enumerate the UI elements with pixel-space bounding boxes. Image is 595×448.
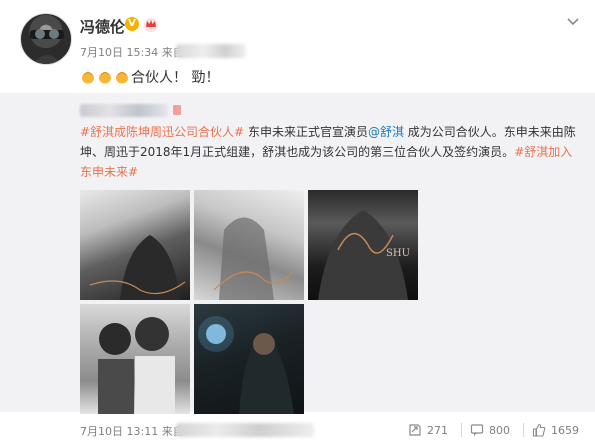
post-text: 合伙人！ 勁！ <box>131 70 220 86</box>
repost-icon <box>409 424 421 436</box>
photo-thumbnail[interactable] <box>80 304 190 414</box>
original-author[interactable] <box>80 102 182 118</box>
crown-icon[interactable] <box>143 16 159 32</box>
original-source-blurred <box>176 423 314 437</box>
like-icon <box>532 423 546 437</box>
photo-thumbnail[interactable] <box>194 304 304 414</box>
photo-thumbnail[interactable] <box>80 190 190 300</box>
original-author-blurred <box>80 103 168 117</box>
verified-icon <box>173 105 181 115</box>
post-content: 合伙人！ 勁！ <box>80 67 219 87</box>
original-text-segment: 东申未来正式官宣演员 <box>244 125 368 139</box>
repost-button[interactable]: 271 <box>408 421 448 439</box>
repost-count: 271 <box>427 423 448 437</box>
verified-badge: V <box>125 17 139 31</box>
mention-link[interactable]: @舒淇 <box>368 125 404 139</box>
hashtag-link[interactable]: #舒淇成陈坤周迅公司合伙人# <box>80 125 244 139</box>
clap-icon <box>99 72 111 84</box>
comment-button[interactable]: 800 <box>470 421 510 439</box>
clap-icon <box>116 72 128 84</box>
photo-watermark-text: SHU <box>386 248 410 259</box>
comment-count: 800 <box>489 423 510 437</box>
divider <box>523 423 524 437</box>
clap-icon <box>82 72 94 84</box>
like-count: 1659 <box>551 423 579 437</box>
like-button[interactable]: 1659 <box>532 421 579 439</box>
photo-thumbnail[interactable] <box>194 190 304 300</box>
divider <box>461 423 462 437</box>
comment-icon <box>470 424 484 436</box>
source-blurred <box>176 44 246 58</box>
original-text: #舒淇成陈坤周迅公司合伙人# 东申未来正式官宣演员@舒淇 成为公司合伙人。东申未… <box>80 122 580 182</box>
photo-thumbnail[interactable]: SHU <box>308 190 418 300</box>
avatar[interactable] <box>20 13 72 65</box>
post-time[interactable]: 7月10日 15:34 来自 <box>80 44 184 60</box>
original-post-time[interactable]: 7月10日 13:11 来自 <box>80 423 184 439</box>
chevron-down-icon[interactable] <box>565 13 581 29</box>
author-name[interactable]: 冯德伦 <box>80 16 125 37</box>
